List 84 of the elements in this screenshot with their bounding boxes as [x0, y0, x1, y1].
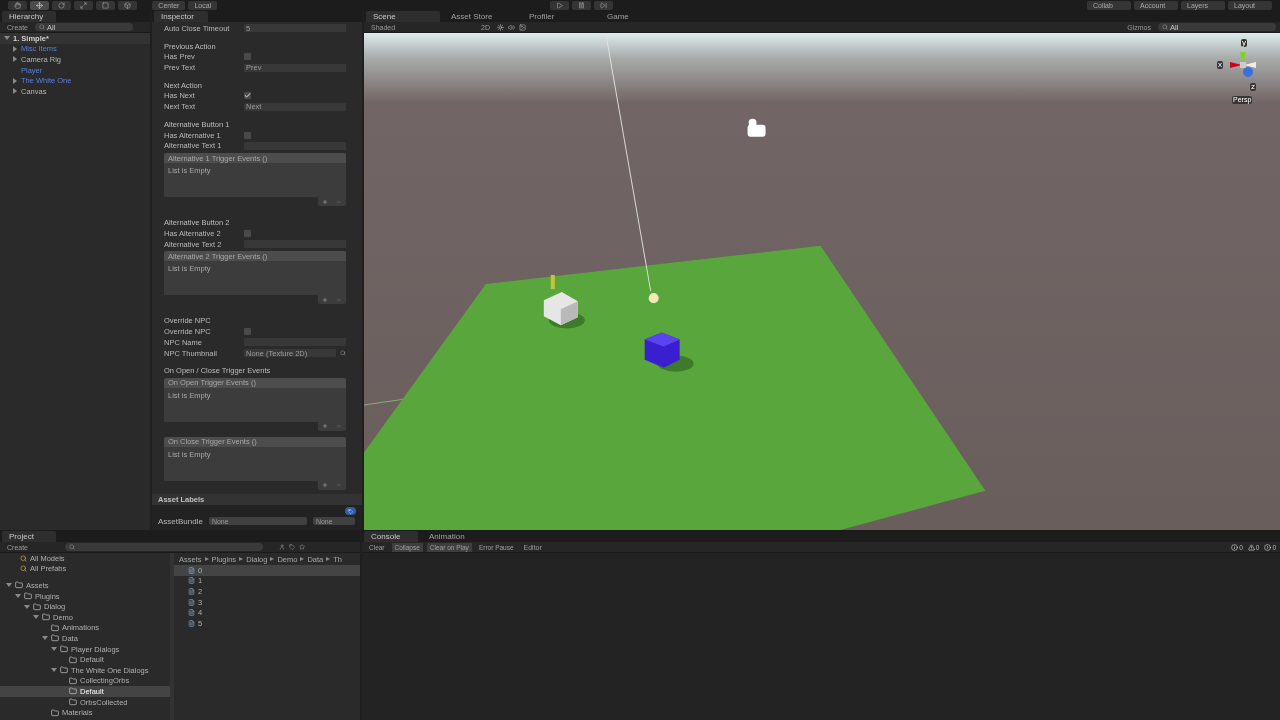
- audio-icon[interactable]: [507, 23, 515, 31]
- rect-tool-button[interactable]: [96, 0, 115, 10]
- expand-arrow-icon[interactable]: [12, 88, 18, 95]
- transform-tool-button[interactable]: [118, 0, 137, 10]
- search-icon: [20, 554, 27, 562]
- search-icon: [68, 544, 75, 550]
- rotate-tool-button[interactable]: [52, 0, 71, 10]
- search-icon: [1162, 24, 1168, 30]
- project-tab[interactable]: Project: [2, 531, 56, 542]
- hand-tool-button[interactable]: [8, 0, 27, 10]
- asset-icon: [188, 619, 195, 627]
- search-icon: [20, 565, 27, 573]
- breadcrumb-arrow-icon: [300, 557, 305, 561]
- move-tool-button[interactable]: [30, 0, 49, 10]
- search-icon: [39, 24, 45, 30]
- error-icon[interactable]: [1264, 543, 1272, 551]
- breadcrumb-arrow-icon: [239, 557, 244, 561]
- add-icon[interactable]: [322, 482, 328, 489]
- expand-arrow-icon[interactable]: [12, 77, 18, 84]
- warning-icon[interactable]: [1247, 543, 1255, 551]
- add-icon[interactable]: [322, 296, 328, 303]
- play-button[interactable]: [550, 0, 570, 10]
- axis-label: x: [1217, 61, 1223, 69]
- favorite-icon[interactable]: [299, 544, 305, 550]
- folder-icon: [69, 687, 77, 696]
- object-picker-icon[interactable]: [340, 350, 346, 356]
- expand-arrow-icon[interactable]: [12, 56, 18, 63]
- breadcrumb-arrow-icon: [270, 557, 275, 561]
- info-icon[interactable]: [1231, 543, 1239, 551]
- field-label: AssetBundle: [158, 516, 203, 526]
- expand-arrow-icon[interactable]: [4, 35, 10, 42]
- checkbox[interactable]: [244, 229, 251, 237]
- scale-icon: [80, 1, 87, 9]
- breadcrumb-arrow-icon: [326, 557, 331, 561]
- folder-icon: [15, 581, 23, 590]
- checkbox[interactable]: [244, 53, 251, 61]
- axis-label: z: [1250, 83, 1256, 91]
- checkbox[interactable]: [244, 92, 251, 100]
- step-button[interactable]: [594, 0, 614, 10]
- move-icon: [36, 1, 43, 9]
- checkbox[interactable]: [244, 327, 251, 335]
- add-icon[interactable]: [322, 198, 328, 205]
- add-icon[interactable]: [322, 423, 328, 430]
- search-field[interactable]: [64, 543, 263, 551]
- hierarchy-tab[interactable]: Hierarchy: [2, 11, 56, 22]
- rotate-icon: [58, 1, 65, 9]
- console-tab[interactable]: Animation: [422, 531, 476, 542]
- pause-button[interactable]: [572, 0, 592, 10]
- scale-tool-button[interactable]: [74, 0, 93, 10]
- scene-tab[interactable]: Scene: [366, 11, 440, 22]
- folder-icon: [51, 708, 59, 717]
- asset-icon: [188, 588, 195, 595]
- asset-icon: [188, 609, 195, 617]
- checkbox[interactable]: [244, 131, 251, 139]
- expand-arrow-icon[interactable]: [42, 635, 48, 642]
- filter-label-icon[interactable]: [289, 544, 295, 550]
- console-tab[interactable]: Console: [364, 531, 418, 542]
- lighting-icon[interactable]: [496, 23, 504, 31]
- folder-icon: [51, 634, 59, 643]
- expand-arrow-icon[interactable]: [33, 614, 39, 621]
- scene-tab[interactable]: Game: [600, 11, 674, 22]
- expand-arrow-icon[interactable]: [15, 593, 21, 600]
- step-icon: [600, 1, 608, 9]
- asset-icon: [188, 566, 195, 574]
- play-icon: [556, 1, 564, 9]
- expand-arrow-icon[interactable]: [51, 667, 57, 674]
- tag-icon[interactable]: [345, 507, 356, 515]
- scene-tab[interactable]: Profiler: [522, 11, 596, 22]
- scene-tab[interactable]: Asset Store: [444, 11, 518, 22]
- expand-arrow-icon[interactable]: [6, 582, 12, 589]
- inspector-tab[interactable]: Inspector: [154, 11, 208, 22]
- folder-icon: [69, 698, 77, 706]
- pause-icon: [578, 1, 586, 9]
- asset-icon: [188, 577, 195, 585]
- cube-icon: [124, 1, 131, 9]
- axis-label: y: [1241, 39, 1247, 47]
- hand-icon: [14, 1, 21, 9]
- expand-arrow-icon[interactable]: [51, 646, 57, 653]
- expand-arrow-icon[interactable]: [24, 603, 30, 610]
- expand-arrow-icon[interactable]: [12, 45, 18, 52]
- effects-icon[interactable]: [518, 23, 526, 31]
- filter-type-icon[interactable]: [279, 544, 285, 550]
- asset-icon: [188, 598, 195, 606]
- breadcrumb-arrow-icon: [204, 557, 209, 561]
